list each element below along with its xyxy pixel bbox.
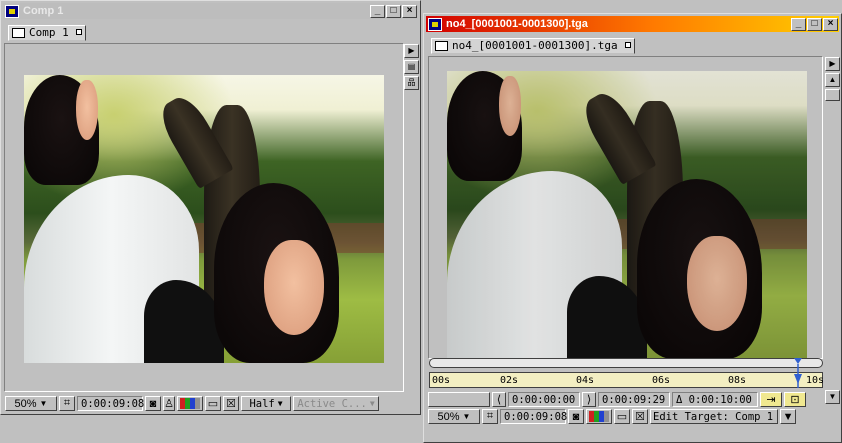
footage-window-title: no4_[0001001-0001300].tga — [446, 18, 588, 30]
ruler-tick: 00s — [432, 375, 451, 386]
tab-footage[interactable]: no4_[0001001-0001300].tga — [431, 38, 635, 54]
footage-frame-image — [447, 71, 807, 358]
footage-close-button[interactable]: × — [823, 17, 838, 31]
ruler-tick: 06s — [652, 375, 671, 386]
set-in-point-icon[interactable]: ⟨ — [492, 392, 506, 407]
current-time-indicator[interactable] — [793, 358, 802, 388]
comp-window: Comp 1 _ □ × Comp 1 ▶ ▤ 品 50% ▼ ⌗ 0:00:0… — [0, 0, 421, 415]
tab-comp-1[interactable]: Comp 1 — [8, 25, 86, 41]
panel-menu-button[interactable]: ▶ — [404, 44, 419, 58]
comp-side-controls: ▶ ▤ 品 — [404, 44, 419, 90]
time-ruler[interactable]: 00s 02s 04s 06s 08s 10s — [429, 372, 825, 388]
scroll-down-button[interactable]: ▼ — [825, 390, 840, 404]
show-snapshot-icon[interactable]: ♙ — [163, 396, 175, 411]
snapshot-camera-icon[interactable]: ◙ — [145, 396, 161, 411]
ruler-tick: 08s — [728, 375, 747, 386]
footage-minimize-button[interactable]: _ — [791, 17, 806, 31]
footage-transparency-icon[interactable]: ☒ — [632, 409, 648, 424]
comp-viewer[interactable] — [4, 43, 404, 392]
in-point-timecode[interactable]: 0:00:00:00 — [508, 392, 580, 407]
comp-window-title: Comp 1 — [23, 5, 64, 17]
comp-tabstrip: Comp 1 — [3, 21, 418, 42]
active-camera-dropdown[interactable]: Active C... ▼ — [293, 396, 379, 411]
footage-region-icon[interactable]: ▭ — [614, 409, 630, 424]
overlay-edit-icon[interactable]: ⊡ — [784, 392, 806, 407]
footage-rgb-channels-icon[interactable] — [586, 409, 612, 424]
footage-scroll-down-button[interactable]: ▼ — [780, 409, 796, 424]
footage-bottom-bar: 50% ▼ ⌗ 0:00:09:08 ◙ ▭ ☒ Edit Target: Com… — [428, 408, 796, 425]
scroll-thumb[interactable] — [825, 89, 840, 101]
maximize-button[interactable]: □ — [386, 4, 401, 18]
footage-zoom-dropdown[interactable]: 50% ▼ — [428, 409, 480, 424]
footage-inout-bar: ⟨ 0:00:00:00 ⟩ 0:00:09:29 Δ 0:00:10:00 ⇥… — [428, 391, 806, 408]
footage-viewer[interactable] — [428, 56, 823, 359]
footage-safe-zones-icon[interactable]: ⌗ — [482, 409, 498, 424]
duration-timecode: Δ 0:00:10:00 — [672, 392, 758, 407]
scroll-up-button[interactable]: ▲ — [825, 73, 840, 87]
tab-close-icon[interactable] — [75, 29, 82, 35]
minimize-button[interactable]: _ — [370, 4, 385, 18]
out-point-timecode[interactable]: 0:00:09:29 — [598, 392, 670, 407]
footage-vscroll-bottom: ▼ — [825, 390, 840, 404]
film-strip-icon — [435, 41, 448, 51]
comp-titlebar[interactable]: Comp 1 _ □ × — [3, 3, 418, 19]
rgb-channels-icon[interactable] — [177, 396, 203, 411]
ruler-tick: 02s — [500, 375, 519, 386]
ruler-tick: 10s — [806, 375, 825, 386]
work-area-bar[interactable] — [429, 358, 823, 368]
ripple-insert-edit-icon[interactable]: ⇥ — [760, 392, 782, 407]
region-of-interest-icon[interactable]: ▭ — [205, 396, 221, 411]
composition-icon — [12, 28, 25, 38]
edit-target-label: Edit Target: Comp 1 — [650, 409, 778, 424]
footage-tabstrip: no4_[0001001-0001300].tga — [426, 34, 839, 55]
comp-hierarchy-icon[interactable]: 品 — [404, 76, 419, 90]
ruler-tick: 04s — [576, 375, 595, 386]
comp-timecode[interactable]: 0:00:09:08 — [77, 396, 144, 411]
tab-comp-1-label: Comp 1 — [29, 26, 69, 39]
comp-zoom-dropdown[interactable]: 50% ▼ — [5, 396, 57, 411]
footage-window-icon — [428, 17, 442, 31]
footage-vscroll[interactable]: ▶ ▲ — [825, 57, 840, 101]
footage-maximize-button[interactable]: □ — [807, 17, 822, 31]
comp-window-icon — [5, 4, 19, 18]
tab-footage-label: no4_[0001001-0001300].tga — [452, 39, 618, 52]
set-out-point-icon[interactable]: ⟩ — [582, 392, 596, 407]
comp-flowchart-icon[interactable]: ▤ — [404, 60, 419, 74]
safe-zones-icon[interactable]: ⌗ — [59, 396, 75, 411]
comp-frame-image — [24, 75, 384, 363]
close-button[interactable]: × — [402, 4, 417, 18]
footage-tab-close-icon[interactable] — [624, 42, 631, 48]
footage-titlebar[interactable]: no4_[0001001-0001300].tga _ □ × — [426, 16, 839, 32]
footage-panel-menu-button[interactable]: ▶ — [825, 57, 840, 71]
transparency-grid-icon[interactable]: ☒ — [223, 396, 239, 411]
resolution-dropdown[interactable]: Half ▼ — [241, 396, 291, 411]
comp-bottom-bar: 50% ▼ ⌗ 0:00:09:08 ◙ ♙ ▭ ☒ Half ▼ Active C… — [5, 395, 379, 412]
footage-snapshot-icon[interactable]: ◙ — [568, 409, 584, 424]
footage-timecode[interactable]: 0:00:09:08 — [500, 409, 567, 424]
